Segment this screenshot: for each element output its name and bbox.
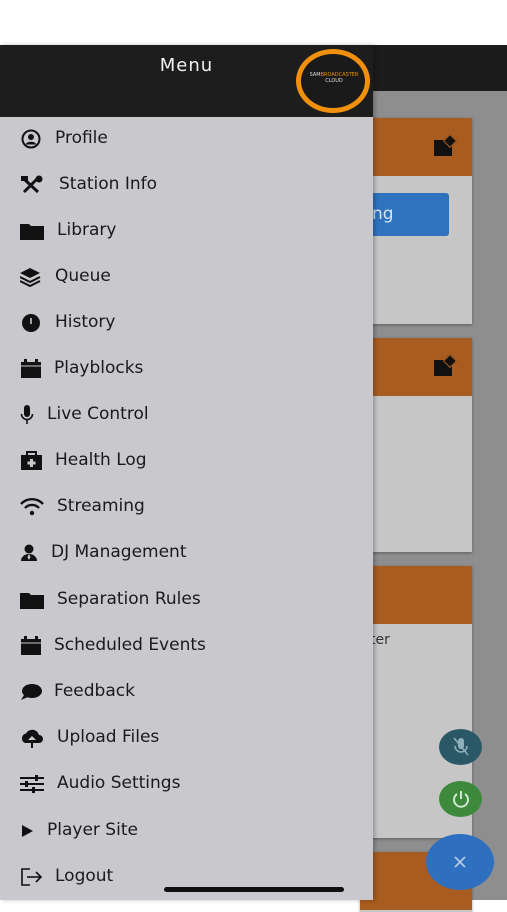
tools-icon — [21, 175, 43, 194]
menu-item-label: Library — [57, 220, 117, 240]
menu-item-station-info[interactable]: Station Info — [0, 165, 373, 205]
menu-item-label: Live Control — [47, 404, 149, 424]
status-bar — [0, 0, 507, 45]
calendar-icon — [21, 636, 41, 655]
menu-item-queue[interactable]: Queue — [0, 257, 373, 297]
edit-icon[interactable] — [434, 140, 452, 156]
mute-mic-button[interactable] — [439, 729, 482, 765]
cloud-upload-icon — [21, 729, 43, 748]
menu-item-label: Upload Files — [57, 727, 160, 747]
sliders-icon — [20, 775, 44, 793]
card-header — [360, 338, 472, 396]
play-icon — [22, 825, 33, 837]
menu-item-upload-files[interactable]: Upload Files — [0, 718, 373, 758]
card-header — [360, 566, 472, 624]
menu-item-profile[interactable]: Profile — [0, 119, 373, 159]
menu-item-streaming[interactable]: Streaming — [0, 487, 373, 527]
menu-item-playblocks[interactable]: Playblocks — [0, 349, 373, 389]
background-button[interactable]: ng — [360, 193, 449, 236]
card-header — [360, 118, 472, 176]
menu-item-label: Queue — [55, 266, 111, 286]
power-button[interactable] — [439, 781, 482, 817]
person-circle-icon — [21, 129, 41, 149]
user-tie-icon — [21, 544, 37, 561]
calendar-icon — [21, 359, 41, 378]
microphone-icon — [20, 405, 34, 424]
close-fab-button[interactable] — [426, 834, 494, 890]
menu-item-label: Audio Settings — [57, 773, 181, 793]
folder-icon — [20, 224, 44, 240]
menu-item-feedback[interactable]: Feedback — [0, 672, 373, 712]
clock-icon — [22, 314, 40, 332]
background-card-2 — [360, 338, 472, 552]
menu-item-health-log[interactable]: Health Log — [0, 441, 373, 481]
home-indicator — [164, 887, 344, 892]
menu-item-separation-rules[interactable]: Separation Rules — [0, 580, 373, 620]
wifi-icon — [20, 498, 44, 516]
drawer-header: Menu SAMBROADCASTER CLOUD — [0, 45, 373, 117]
menu-item-label: Profile — [55, 128, 108, 148]
menu-item-label: Player Site — [47, 820, 138, 840]
navigation-drawer: Menu SAMBROADCASTER CLOUD Profile Station… — [0, 45, 373, 900]
layers-icon — [20, 268, 41, 287]
menu-item-audio-settings[interactable]: Audio Settings — [0, 764, 373, 804]
menu-item-label: History — [55, 312, 116, 332]
menu-item-scheduled-events[interactable]: Scheduled Events — [0, 626, 373, 666]
folder-icon — [20, 593, 44, 609]
mic-off-icon — [452, 737, 469, 756]
menu-item-dj-management[interactable]: DJ Management — [0, 533, 373, 573]
menu-item-library[interactable]: Library — [0, 211, 373, 251]
menu-item-label: Logout — [55, 866, 114, 886]
chat-bubble-icon — [21, 684, 42, 700]
menu-item-live-control[interactable]: Live Control — [0, 395, 373, 435]
sam-broadcaster-logo: SAMBROADCASTER CLOUD — [296, 49, 370, 113]
logo-text: SAMBROADCASTER CLOUD — [309, 72, 359, 84]
close-icon — [454, 856, 466, 868]
logout-icon — [21, 868, 43, 886]
menu-item-label: Health Log — [55, 450, 147, 470]
menu-item-label: Station Info — [59, 174, 158, 194]
medical-kit-icon — [21, 451, 42, 470]
menu-item-history[interactable]: History — [0, 303, 373, 343]
menu-item-label: Feedback — [54, 681, 135, 701]
edit-icon[interactable] — [434, 360, 452, 376]
menu-item-player-site[interactable]: Player Site — [0, 811, 373, 851]
menu-item-label: Separation Rules — [57, 589, 201, 609]
menu-item-label: Playblocks — [54, 358, 144, 378]
menu-item-label: Scheduled Events — [54, 635, 206, 655]
power-icon — [452, 791, 469, 808]
menu-item-label: Streaming — [57, 496, 145, 516]
menu-item-label: DJ Management — [51, 542, 187, 562]
